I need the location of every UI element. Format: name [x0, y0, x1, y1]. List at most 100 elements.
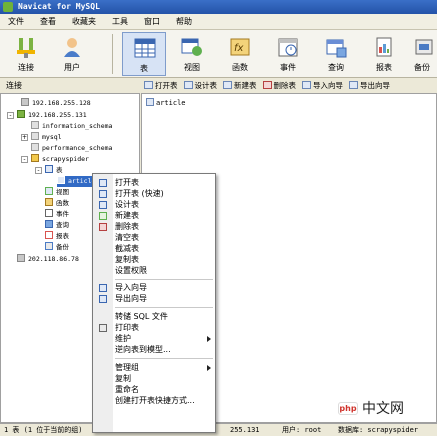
tree-item-mysql[interactable]: mysql: [31, 132, 62, 143]
database-icon: [31, 132, 39, 140]
submenu-arrow-icon: [207, 336, 211, 342]
design-table-icon: [183, 81, 193, 89]
new-table-icon: [223, 81, 232, 89]
menu-set-permissions[interactable]: 设置权限: [93, 265, 215, 276]
toolbar-view-button[interactable]: 视图: [170, 32, 214, 76]
import-wizard-button[interactable]: 导入向导: [299, 79, 346, 93]
export-icon: [99, 295, 107, 303]
status-table-count: 1 表 (1 位于当前的组): [4, 426, 83, 434]
menu-rename[interactable]: 重命名: [93, 384, 215, 395]
delete-table-button[interactable]: 删除表: [260, 79, 300, 93]
menu-maintain[interactable]: 维护: [93, 333, 215, 344]
menu-truncate-table[interactable]: 截减表: [93, 243, 215, 254]
tree-item-views[interactable]: 视图: [45, 187, 69, 198]
menu-dump-sql[interactable]: 转储 SQL 文件: [93, 311, 215, 322]
menu-export-wizard[interactable]: 导出向导: [93, 293, 215, 304]
collapse-toggle[interactable]: -: [35, 167, 42, 174]
menu-item-label: 复制表: [115, 255, 139, 264]
tree-item-server-131[interactable]: 192.168.255.131: [17, 110, 87, 121]
toolbar-backup-button[interactable]: 备份: [410, 32, 437, 76]
tree-item-server-202[interactable]: 202.118.86.78: [17, 254, 79, 265]
toolbar-user-button[interactable]: 用户: [50, 32, 94, 76]
menu-separator: [115, 307, 213, 308]
status-server: 255.131: [230, 426, 260, 434]
import-wizard-label: 导入向导: [313, 81, 343, 90]
submenu-arrow-icon: [207, 365, 211, 371]
menu-manage-group[interactable]: 管理组: [93, 362, 215, 373]
menu-item-label: 维护: [115, 334, 131, 343]
server-icon: [21, 98, 29, 106]
menu-separator: [115, 279, 213, 280]
export-wizard-button[interactable]: 导出向导: [346, 79, 393, 93]
query-icon: [326, 39, 347, 58]
toolbar-connect-label: 连接: [18, 63, 34, 72]
menu-item-label: 创建打开表快捷方式...: [115, 396, 195, 405]
menu-import-wizard[interactable]: 导入向导: [93, 282, 215, 293]
report-icon: [45, 231, 53, 239]
tree-item-label: scrapyspider: [42, 155, 89, 163]
view-icon: [45, 187, 53, 195]
menu-item-label: 转储 SQL 文件: [115, 312, 168, 321]
tree-item-performance-schema[interactable]: performance_schema: [31, 143, 112, 154]
menu-item-label: 重命名: [115, 385, 139, 394]
watermark-text: 中文网: [362, 401, 404, 417]
tree-item-server-128[interactable]: 192.168.255.128: [21, 98, 91, 109]
toolbar-backup-label: 备份: [414, 63, 430, 72]
event-icon: [278, 38, 298, 57]
menu-create-shortcut[interactable]: 创建打开表快捷方式...: [93, 395, 215, 406]
tree-item-label: 事件: [56, 210, 69, 218]
tree-item-backups[interactable]: 备份: [45, 242, 69, 253]
menu-item-label: 打开表: [115, 178, 139, 187]
design-table-button[interactable]: 设计表: [181, 79, 221, 93]
menu-tools[interactable]: 工具: [104, 14, 136, 29]
tree-item-reports[interactable]: 报表: [45, 231, 69, 242]
menu-duplicate-table[interactable]: 复制表: [93, 254, 215, 265]
table-icon: [57, 176, 65, 184]
status-database: 数据库: scrapyspider: [338, 426, 419, 434]
toolbar-function-button[interactable]: fx 函数: [218, 32, 262, 76]
toolbar-table-button[interactable]: 表: [122, 32, 166, 76]
tree-item-functions[interactable]: 函数: [45, 198, 69, 209]
tree-item-events[interactable]: 事件: [45, 209, 69, 220]
open-table-button[interactable]: 打开表: [141, 79, 181, 93]
toolbar-query-button[interactable]: 查询: [314, 32, 358, 76]
menu-window[interactable]: 窗口: [136, 14, 168, 29]
expand-toggle[interactable]: +: [21, 134, 28, 141]
table-item-article[interactable]: article: [146, 98, 186, 107]
menu-item-label: 复制: [115, 374, 131, 383]
new-table-button[interactable]: 新建表: [220, 79, 260, 93]
navicat-app-icon: [3, 2, 13, 12]
tree-item-queries[interactable]: 查询: [45, 220, 69, 231]
toolbar-event-button[interactable]: 事件: [266, 32, 310, 76]
tree-item-label: 202.118.86.78: [28, 255, 79, 263]
menu-open-table-fast[interactable]: 打开表 (快速): [93, 188, 215, 199]
menu-copy[interactable]: 复制: [93, 373, 215, 384]
menu-print-table[interactable]: 打印表: [93, 322, 215, 333]
tree-item-label: 备份: [56, 243, 69, 251]
table-icon: [134, 38, 156, 58]
menu-delete-table[interactable]: 删除表: [93, 221, 215, 232]
menu-empty-table[interactable]: 清空表: [93, 232, 215, 243]
toolbar-connect-button[interactable]: 连接: [4, 32, 48, 76]
menu-reverse-to-model[interactable]: 逆向表到模型...: [93, 344, 215, 355]
menu-bar: 文件 查看 收藏夹 工具 窗口 帮助: [0, 14, 437, 30]
menu-design-table[interactable]: 设计表: [93, 199, 215, 210]
collapse-toggle[interactable]: -: [21, 156, 28, 163]
tree-item-article-table[interactable]: article: [57, 176, 97, 187]
tree-item-tables-folder[interactable]: 表: [45, 165, 63, 176]
menu-new-table[interactable]: 新建表: [93, 210, 215, 221]
toolbar-query-label: 查询: [328, 63, 344, 72]
menu-help[interactable]: 帮助: [168, 14, 200, 29]
toolbar-report-button[interactable]: 报表: [362, 32, 406, 76]
new-table-icon: [99, 212, 107, 220]
menu-open-table[interactable]: 打开表: [93, 177, 215, 188]
menu-favorites[interactable]: 收藏夹: [64, 14, 104, 29]
collapse-toggle[interactable]: -: [7, 112, 14, 119]
menu-item-label: 打开表 (快速): [115, 189, 164, 198]
export-wizard-label: 导出向导: [360, 81, 390, 90]
menu-file[interactable]: 文件: [0, 14, 32, 29]
menu-view[interactable]: 查看: [32, 14, 64, 29]
tree-item-information-schema[interactable]: information_schema: [31, 121, 112, 132]
tree-item-scrapyspider[interactable]: scrapyspider: [31, 154, 89, 165]
toolbar-report-label: 报表: [376, 63, 392, 72]
